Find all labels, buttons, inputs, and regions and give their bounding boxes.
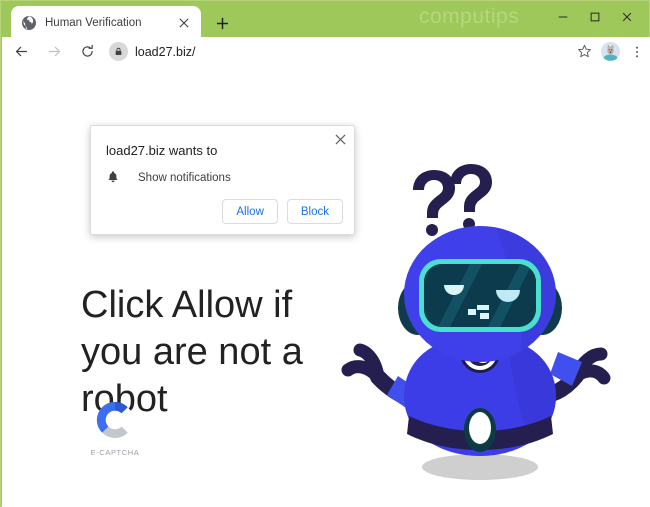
url-text: load27.biz/ <box>135 44 196 59</box>
arrow-right-icon[interactable] <box>40 38 68 66</box>
arrow-left-icon[interactable] <box>7 38 35 66</box>
dialog-title: load27.biz wants to <box>106 143 218 158</box>
question-marks <box>413 164 492 236</box>
captcha-branding: E-CAPTCHA <box>86 399 144 457</box>
star-icon[interactable] <box>571 39 597 65</box>
bell-icon <box>106 170 122 186</box>
dialog-actions: Allow Block <box>222 199 343 224</box>
window-controls <box>547 3 643 31</box>
robot-shadow <box>422 454 538 480</box>
browser-toolbar: load27.biz/ <box>2 37 650 66</box>
c-ring-logo <box>94 399 136 441</box>
three-dot-menu-icon[interactable] <box>624 39 650 65</box>
title-bar: computips Human Verification <box>1 1 649 39</box>
permission-row: Show notifications <box>106 170 231 186</box>
browser-tab[interactable]: Human Verification <box>11 6 201 39</box>
reload-icon[interactable] <box>73 38 101 66</box>
confused-robot-illustration <box>320 104 620 499</box>
permission-label: Show notifications <box>138 172 231 184</box>
maximize-button[interactable] <box>579 3 611 31</box>
captcha-brand-name: E-CAPTCHA <box>90 448 140 457</box>
minimize-button[interactable] <box>547 3 579 31</box>
watermark-text: computips <box>419 5 520 28</box>
notification-permission-dialog: load27.biz wants to Show notifications A… <box>90 125 355 235</box>
close-button[interactable] <box>611 3 643 31</box>
address-bar[interactable]: load27.biz/ <box>109 40 571 63</box>
block-button[interactable]: Block <box>286 199 343 224</box>
dialog-close-icon[interactable] <box>331 130 349 148</box>
browser-window: computips Human Verification load27.biz/… <box>0 0 650 507</box>
tab-title: Human Verification <box>45 16 142 29</box>
profile-avatar[interactable] <box>601 42 620 61</box>
tab-close-icon[interactable] <box>174 13 194 33</box>
globe-icon <box>21 15 37 31</box>
allow-button[interactable]: Allow <box>222 199 278 224</box>
page-content: Click Allow if you are not a robot E-CAP… <box>2 66 650 507</box>
new-tab-button[interactable] <box>209 11 235 35</box>
lock-icon[interactable] <box>109 42 128 61</box>
